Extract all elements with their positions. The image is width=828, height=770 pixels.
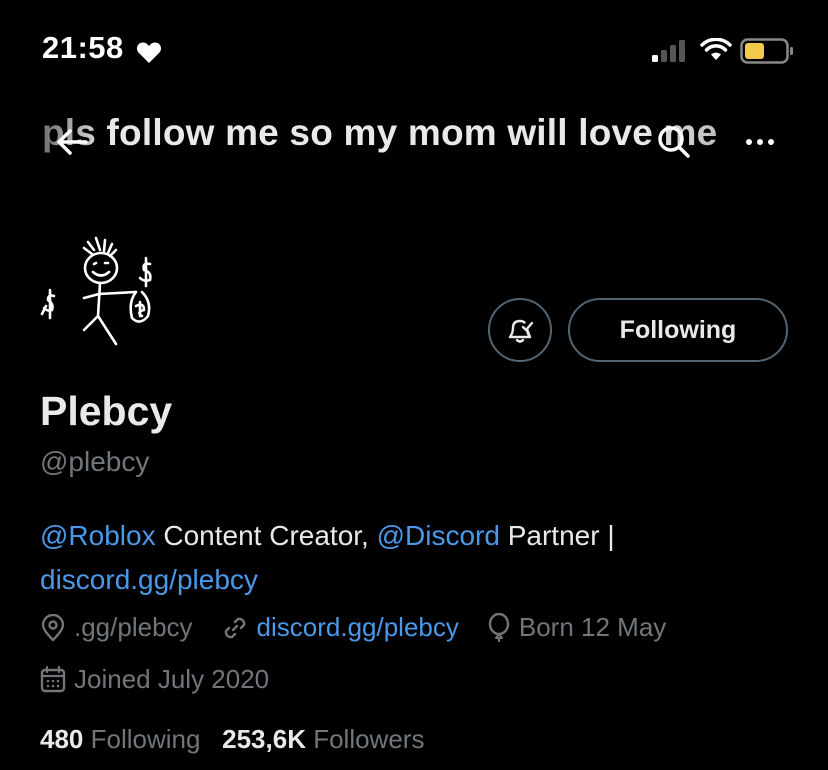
bell-check-icon bbox=[508, 319, 534, 343]
signal-icon bbox=[652, 40, 685, 62]
bio: @Roblox Content Creator, @Discord Partne… bbox=[40, 514, 800, 602]
battery-icon bbox=[740, 38, 793, 64]
notifications-button[interactable] bbox=[488, 298, 552, 362]
joined-text: Joined July 2020 bbox=[74, 664, 270, 694]
more-options-icon[interactable] bbox=[740, 122, 780, 162]
following-label: Following bbox=[90, 724, 201, 754]
following-button[interactable]: Following bbox=[568, 298, 788, 362]
joined-row: Joined July 2020 bbox=[40, 664, 297, 695]
display-name: Plebcy bbox=[40, 388, 173, 434]
birthday-text: Born 12 May bbox=[518, 612, 667, 642]
location-text: .gg/plebcy bbox=[74, 612, 193, 642]
handle: @plebcy bbox=[40, 446, 150, 477]
followers-stat[interactable]: 253,6K Followers bbox=[222, 724, 424, 754]
website-link[interactable]: discord.gg/plebcy bbox=[257, 612, 459, 643]
back-arrow-icon[interactable] bbox=[52, 122, 92, 162]
status-time: 21:58 bbox=[42, 30, 124, 65]
bio-mention-roblox[interactable]: @Roblox bbox=[40, 520, 156, 551]
bio-mention-discord[interactable]: @Discord bbox=[377, 520, 500, 551]
website[interactable]: discord.gg/plebcy bbox=[221, 612, 459, 643]
wifi-icon bbox=[700, 38, 732, 60]
joined: Joined July 2020 bbox=[40, 664, 269, 695]
bio-text: Content Creator, bbox=[155, 520, 377, 551]
avatar[interactable] bbox=[38, 226, 162, 354]
bio-link[interactable]: discord.gg/plebcy bbox=[40, 564, 258, 595]
heart-icon bbox=[136, 42, 162, 63]
followers-count: 253,6K bbox=[222, 724, 306, 754]
profile-meta: .gg/plebcy discord.gg/plebcy Born 12 May bbox=[40, 612, 694, 643]
location-pin-icon bbox=[41, 613, 65, 641]
balloon-icon bbox=[488, 612, 510, 642]
followers-label: Followers bbox=[313, 724, 425, 754]
search-icon[interactable] bbox=[654, 122, 694, 162]
bio-text: Partner | bbox=[499, 520, 615, 551]
link-icon bbox=[224, 617, 245, 638]
location: .gg/plebcy bbox=[40, 612, 193, 643]
birthday: Born 12 May bbox=[487, 612, 666, 643]
following-count: 480 bbox=[40, 724, 84, 754]
profile-stats: 480 Following 253,6K Followers bbox=[40, 724, 424, 755]
following-stat[interactable]: 480 Following bbox=[40, 724, 200, 754]
calendar-icon bbox=[40, 665, 66, 692]
